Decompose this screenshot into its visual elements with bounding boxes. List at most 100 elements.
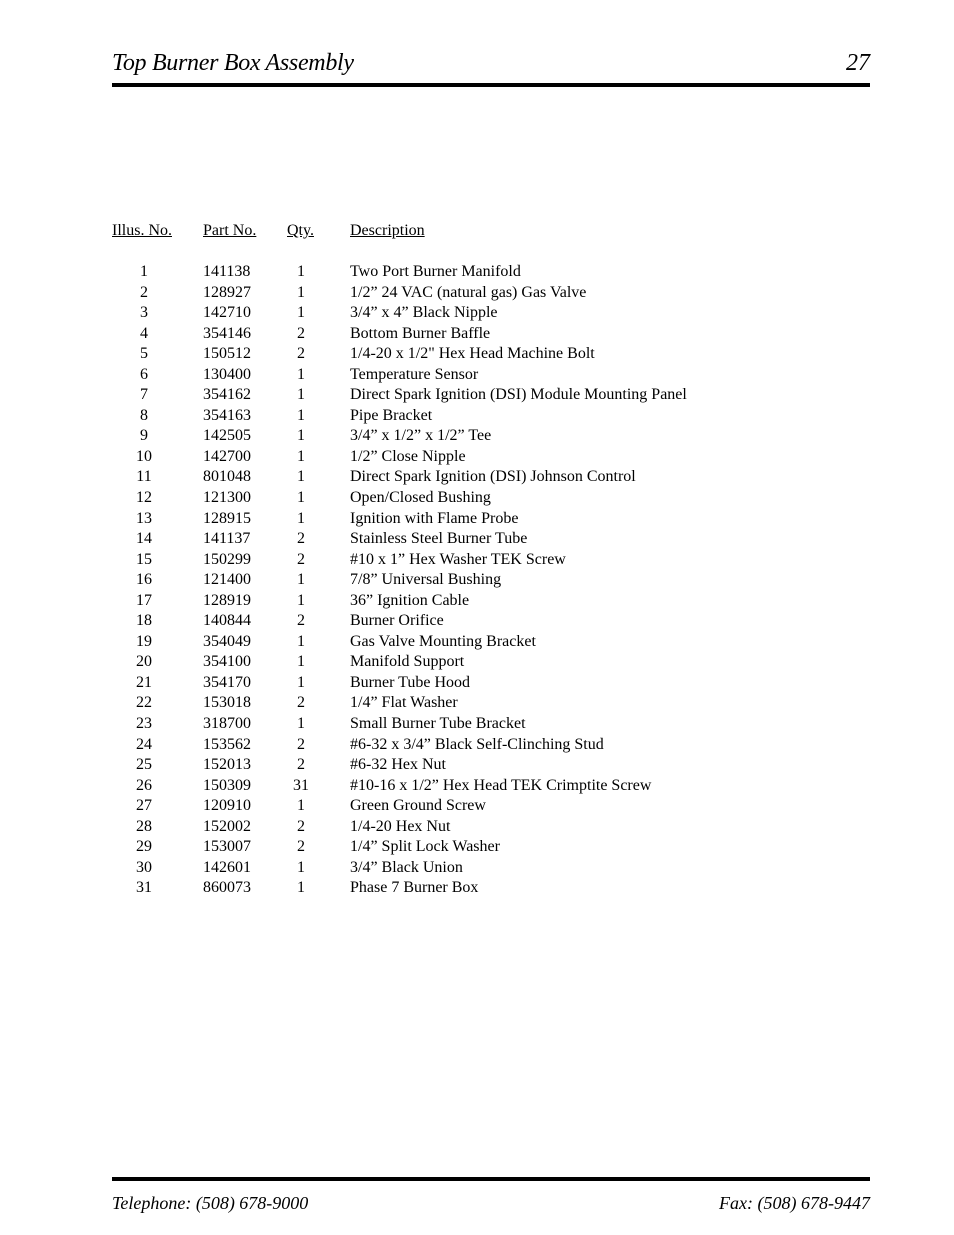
part-no-cell: 141138 (203, 263, 251, 280)
description-cell: 1/4” Split Lock Washer (350, 838, 500, 856)
part-no-cell: 801048 (203, 468, 251, 486)
illus-no-cell: 26 (136, 776, 152, 794)
table-row: 15 150299 2 #10 x 1” Hex Washer TEK Screw (112, 551, 812, 572)
qty-cell: 1 (297, 447, 305, 465)
qty-cell: 2 (297, 345, 305, 363)
qty-cell: 31 (293, 776, 309, 794)
qty-cell: 1 (297, 489, 305, 507)
table-row: 5 150512 2 1/4-20 x 1/2" Hex Head Machine B… (112, 345, 812, 366)
qty-cell: 1 (297, 858, 305, 876)
table-row: 16 121400 1 7/8” Universal Bushing (112, 571, 812, 592)
table-row: 21 354170 1 Burner Tube Hood (112, 674, 812, 695)
description-cell: 7/8” Universal Bushing (350, 571, 502, 589)
part-no-cell: 142505 (203, 427, 251, 445)
table-row: 13 128915 1 Ignition with Flame Probe (112, 510, 812, 531)
description-cell: Manifold Support (350, 653, 465, 671)
illus-no-cell: 10 (136, 447, 152, 465)
description-cell: #10 x 1” Hex Washer TEK Screw (350, 550, 566, 568)
description-cell: Green Ground Screw (350, 797, 486, 815)
illus-no-cell: 2 (140, 283, 148, 301)
description-cell: 3/4” x 4” Black Nipple (350, 304, 498, 322)
table-row: 7 354162 1 Direct Spark Ignition (DSI) Modu… (112, 386, 812, 407)
illus-no-cell: 22 (136, 694, 152, 712)
part-no-cell: 150512 (203, 345, 251, 363)
footer-telephone: Telephone: (508) 678-9000 (112, 1193, 309, 1213)
illus-no-cell: 27 (136, 797, 152, 815)
table-row: 19 354049 1 Gas Valve Mounting Bracket (112, 633, 812, 654)
qty-cell: 2 (297, 612, 305, 630)
description-cell: 3/4” Black Union (350, 858, 463, 876)
part-no-cell: 142710 (203, 304, 251, 322)
description-cell: Gas Valve Mounting Bracket (350, 632, 536, 650)
description-cell: Direct Spark Ignition (DSI) Johnson Cont… (350, 468, 636, 486)
part-no-cell: 128927 (203, 283, 251, 301)
table-row: 9 142505 1 3/4” x 1/2” x 1/2” Tee (112, 427, 812, 448)
footer-fax: Fax: (508) 678-9447 (719, 1193, 870, 1213)
qty-cell: 2 (297, 735, 305, 753)
description-cell: Stainless Steel Burner Tube (350, 530, 528, 548)
description-cell: 1/4-20 x 1/2" Hex Head Machine Bolt (350, 345, 595, 363)
qty-cell: 2 (297, 530, 305, 548)
table-row: 20 354100 1 Manifold Support (112, 653, 812, 674)
illus-no-cell: 14 (136, 530, 152, 548)
description-cell: Open/Closed Bushing (350, 489, 491, 507)
qty-cell: 1 (297, 879, 305, 897)
qty-cell: 1 (297, 797, 305, 815)
illus-no-cell: 31 (136, 879, 152, 897)
illus-no-cell: 13 (136, 509, 152, 527)
illus-no-cell: 19 (136, 632, 152, 650)
qty-cell: 1 (297, 468, 305, 486)
illus-no-cell: 20 (136, 653, 152, 671)
table-row: 1 141138 1 Two Port Burner Manifold (112, 263, 812, 284)
part-no-cell: 150309 (203, 776, 251, 794)
description-cell: 3/4” x 1/2” x 1/2” Tee (350, 427, 492, 445)
qty-cell: 2 (297, 817, 305, 835)
illus-no-cell: 1 (140, 263, 148, 280)
illus-no-cell: 6 (140, 365, 148, 383)
illus-no-cell: 17 (136, 591, 152, 609)
qty-cell: 2 (297, 756, 305, 774)
qty-cell: 1 (297, 571, 305, 589)
illus-no-cell: 3 (140, 304, 148, 322)
illus-no-cell: 16 (136, 571, 152, 589)
table-row: 8 354163 1 Pipe Bracket (112, 407, 812, 428)
qty-cell: 2 (297, 550, 305, 568)
qty-cell: 1 (297, 427, 305, 445)
description-cell: Temperature Sensor (350, 365, 479, 383)
qty-cell: 1 (297, 591, 305, 609)
table-row: 30 142601 1 3/4” Black Union (112, 859, 812, 880)
table-row: 11 801048 1 Direct Spark Ignition (DSI) Joh… (112, 468, 812, 489)
description-cell: Bottom Burner Baffle (350, 324, 491, 342)
column-header-description: Description (350, 222, 425, 239)
table-row: 10 142700 1 1/2” Close Nipple (112, 448, 812, 469)
part-no-cell: 152013 (203, 756, 251, 774)
qty-cell: 1 (297, 632, 305, 650)
table-row: 2 128927 1 1/2” 24 VAC (natural gas) Gas Va… (112, 284, 812, 305)
table-row: 18 140844 2 Burner Orifice (112, 612, 812, 633)
description-cell: Burner Tube Hood (350, 673, 471, 691)
qty-cell: 2 (297, 324, 305, 342)
footer-divider (112, 1177, 870, 1181)
table-row: 24 153562 2 #6-32 x 3/4” Black Self-Clinchi… (112, 736, 812, 757)
illus-no-cell: 7 (140, 386, 148, 404)
part-no-cell: 153007 (203, 838, 251, 856)
description-cell: Pipe Bracket (350, 406, 433, 424)
illus-no-cell: 23 (136, 715, 152, 733)
part-no-cell: 121300 (203, 489, 251, 507)
part-no-cell: 354163 (203, 406, 251, 424)
illus-no-cell: 24 (136, 735, 152, 753)
qty-cell: 1 (297, 406, 305, 424)
part-no-cell: 130400 (203, 365, 251, 383)
description-cell: #10-16 x 1/2” Hex Head TEK Crimptite Scr… (350, 776, 652, 794)
part-no-cell: 141137 (203, 530, 251, 548)
illus-no-cell: 21 (136, 673, 152, 691)
header-divider (112, 83, 870, 87)
table-row: 27 120910 1 Green Ground Screw (112, 797, 812, 818)
description-cell: 36” Ignition Cable (350, 591, 470, 609)
qty-cell: 2 (297, 694, 305, 712)
illus-no-cell: 29 (136, 838, 152, 856)
part-no-cell: 354049 (203, 632, 251, 650)
description-cell: Two Port Burner Manifold (350, 263, 521, 280)
qty-cell: 1 (297, 509, 305, 527)
description-cell: 1/2” Close Nipple (350, 447, 466, 465)
